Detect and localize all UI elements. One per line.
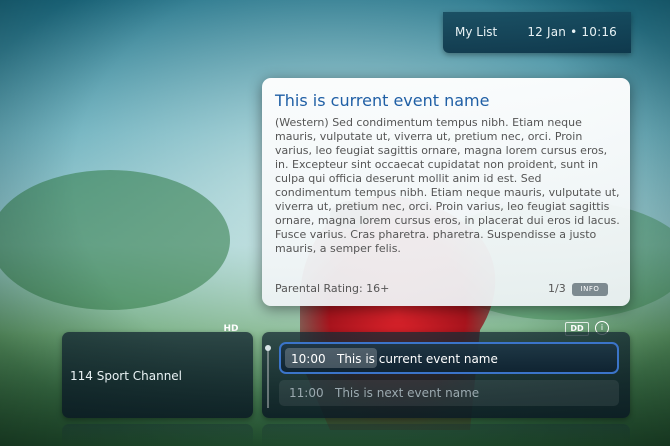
next-event-row[interactable]: 11:00 This is next event name (279, 380, 619, 406)
schedule-scrollbar[interactable] (265, 345, 271, 408)
scroll-thumb[interactable] (265, 345, 271, 351)
page-indicator: 1/3 (548, 282, 566, 295)
date-time: 12 Jan • 10:16 (527, 25, 617, 39)
schedule-panel: 10:00 This is current event name 11:00 T… (262, 332, 630, 418)
current-event-row[interactable]: 10:00 This is current event name (279, 342, 619, 374)
schedule-reflection (262, 424, 630, 446)
next-event-time: 11:00 (289, 386, 324, 400)
my-list-link[interactable]: My List (455, 25, 497, 39)
current-event-name: This is current event name (337, 352, 498, 366)
channel-reflection (62, 424, 253, 446)
next-event-name: This is next event name (335, 386, 480, 400)
channel-name: 114 Sport Channel (70, 369, 183, 383)
event-description: (Western) Sed condimentum tempus nibh. E… (275, 116, 620, 255)
current-event-time: 10:00 (291, 352, 326, 366)
channel-panel[interactable]: 114 Sport Channel (62, 332, 253, 418)
tv-screen: My List 12 Jan • 10:16 This is current e… (0, 0, 670, 446)
event-title: This is current event name (275, 91, 490, 110)
info-button[interactable]: INFO (572, 283, 608, 296)
event-info-card: This is current event name (Western) Sed… (262, 78, 630, 306)
top-bar: My List 12 Jan • 10:16 (443, 12, 631, 53)
parental-rating: Parental Rating: 16+ (275, 282, 390, 295)
